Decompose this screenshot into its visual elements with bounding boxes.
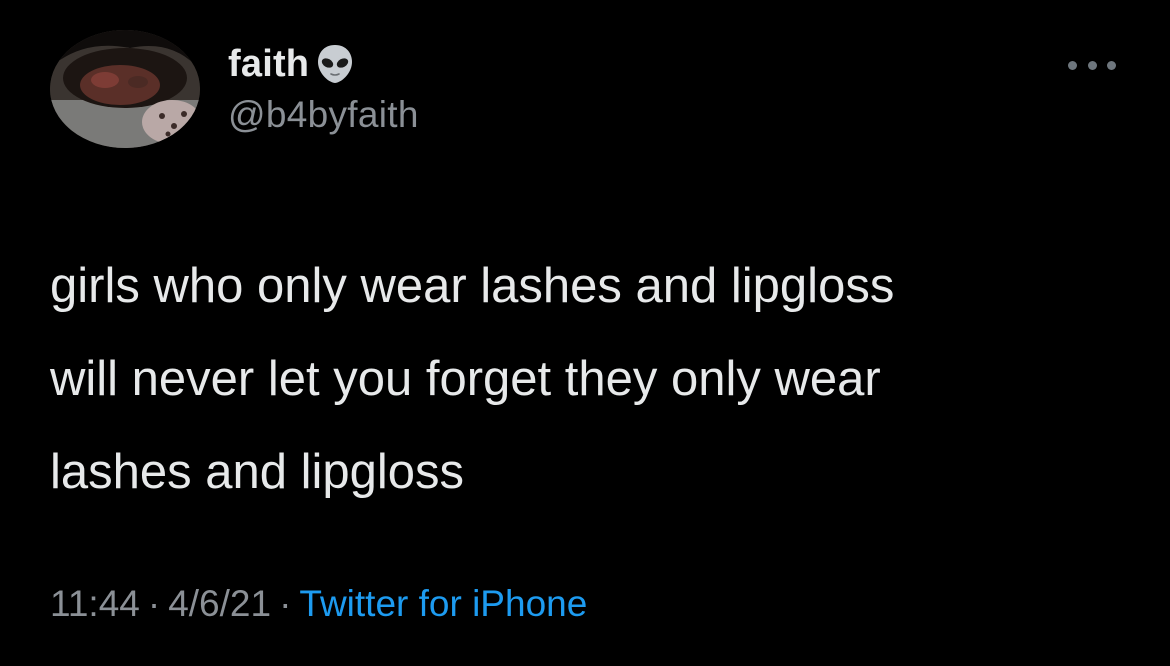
tweet-text-line: lashes and lipgloss <box>50 445 465 499</box>
tweet-text-line: will never let you forget they only wear <box>50 352 881 406</box>
tweet-source-link[interactable]: Twitter for iPhone <box>299 583 587 624</box>
more-dot <box>1087 60 1097 70</box>
display-name[interactable]: faith <box>228 43 309 86</box>
more-options-icon[interactable] <box>1068 58 1116 72</box>
more-dot <box>1107 60 1116 70</box>
tweet-meta: 11:44 · 4/6/21 · Twitter for iPhone <box>50 583 587 625</box>
meta-separator: · <box>279 583 292 624</box>
tweet-text: girls who only wear lashes and lipgloss … <box>50 240 1140 519</box>
display-name-row[interactable]: faith <box>228 36 355 92</box>
meta-separator: · <box>147 583 161 624</box>
more-dot <box>1068 60 1077 70</box>
tweet-text-line: girls who only wear lashes and lipgloss <box>50 259 895 313</box>
alien-icon <box>315 42 355 86</box>
avatar[interactable] <box>50 30 200 148</box>
tweet-time[interactable]: 11:44 <box>50 583 140 624</box>
tweet-card: faith @b4byfaith girls who only wear las… <box>0 0 1170 666</box>
tweet-date[interactable]: 4/6/21 <box>168 583 271 624</box>
user-handle[interactable]: @b4byfaith <box>228 94 419 136</box>
